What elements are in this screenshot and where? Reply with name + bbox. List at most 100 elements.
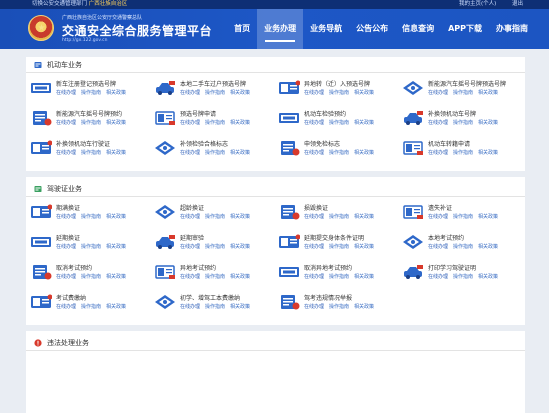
guide-link[interactable]: 操作指南 [205, 90, 225, 96]
service-name[interactable]: 补领检验合格标志 [180, 139, 228, 148]
service-item[interactable]: 补换领机动车号牌 在线办理 操作指南 相关政策 [400, 107, 524, 133]
online-apply-link[interactable]: 在线办理 [56, 274, 76, 280]
service-name[interactable]: 遗失补证 [428, 203, 452, 212]
service-name[interactable]: 新能源汽车摇号号牌预选号牌 [428, 79, 506, 88]
guide-link[interactable]: 操作指南 [329, 214, 349, 220]
policy-link[interactable]: 相关政策 [230, 214, 250, 220]
policy-link[interactable]: 相关政策 [230, 304, 250, 310]
service-name[interactable]: 延期提交身体条件证明 [304, 233, 364, 242]
service-item[interactable]: 取消考试预约 在线办理 操作指南 相关政策 [28, 261, 152, 287]
nav-item[interactable]: 办事指南 [489, 9, 535, 49]
policy-link[interactable]: 相关政策 [478, 150, 498, 156]
online-apply-link[interactable]: 在线办理 [428, 90, 448, 96]
online-apply-link[interactable]: 在线办理 [304, 244, 324, 250]
policy-link[interactable]: 相关政策 [230, 274, 250, 280]
service-name[interactable]: 本地二手车过户预选号牌 [180, 79, 246, 88]
service-item[interactable]: 新能源汽车摇号号牌预选号牌 在线办理 操作指南 相关政策 [400, 77, 524, 103]
policy-link[interactable]: 相关政策 [354, 304, 374, 310]
nav-item[interactable]: 业务办理 [257, 9, 304, 49]
policy-link[interactable]: 相关政策 [106, 244, 126, 250]
service-item[interactable]: 损毁换证 在线办理 操作指南 相关政策 [276, 201, 400, 227]
service-name[interactable]: 考试费缴纳 [56, 293, 86, 302]
service-item[interactable]: 期满换证 在线办理 操作指南 相关政策 [28, 201, 152, 227]
policy-link[interactable]: 相关政策 [478, 274, 498, 280]
guide-link[interactable]: 操作指南 [453, 150, 473, 156]
service-item[interactable]: 补领检验合格标志 在线办理 操作指南 相关政策 [152, 137, 276, 163]
service-name[interactable]: 新能源汽车摇号号牌预约 [56, 109, 122, 118]
service-item[interactable]: 延期审验 在线办理 操作指南 相关政策 [152, 231, 276, 257]
service-item[interactable]: 延期提交身体条件证明 在线办理 操作指南 相关政策 [276, 231, 400, 257]
policy-link[interactable]: 相关政策 [478, 244, 498, 250]
online-apply-link[interactable]: 在线办理 [56, 214, 76, 220]
nav-item[interactable]: 首页 [227, 9, 257, 49]
online-apply-link[interactable]: 在线办理 [304, 214, 324, 220]
policy-link[interactable]: 相关政策 [106, 90, 126, 96]
service-name[interactable]: 超龄换证 [180, 203, 204, 212]
online-apply-link[interactable]: 在线办理 [304, 304, 324, 310]
policy-link[interactable]: 相关政策 [106, 274, 126, 280]
service-name[interactable]: 初学、增驾工本费缴纳 [180, 293, 240, 302]
guide-link[interactable]: 操作指南 [81, 120, 101, 126]
online-apply-link[interactable]: 在线办理 [428, 120, 448, 126]
online-apply-link[interactable]: 在线办理 [180, 274, 200, 280]
guide-link[interactable]: 操作指南 [329, 120, 349, 126]
service-name[interactable]: 异地转（迁）入预选号牌 [304, 79, 370, 88]
online-apply-link[interactable]: 在线办理 [304, 120, 324, 126]
service-name[interactable]: 补换领机动车号牌 [428, 109, 476, 118]
online-apply-link[interactable]: 在线办理 [304, 150, 324, 156]
policy-link[interactable]: 相关政策 [478, 90, 498, 96]
service-item[interactable]: 取消异地考试预约 在线办理 操作指南 相关政策 [276, 261, 400, 287]
current-region[interactable]: 广西壮族自治区 [89, 1, 128, 7]
policy-link[interactable]: 相关政策 [106, 304, 126, 310]
guide-link[interactable]: 操作指南 [81, 274, 101, 280]
service-name[interactable]: 预选号牌申请 [180, 109, 216, 118]
guide-link[interactable]: 操作指南 [329, 90, 349, 96]
nav-item[interactable]: 业务导航 [303, 9, 349, 49]
nav-item[interactable]: 公告公布 [349, 9, 395, 49]
service-item[interactable]: 预选号牌申请 在线办理 操作指南 相关政策 [152, 107, 276, 133]
service-item[interactable]: 机动车检验预约 在线办理 操作指南 相关政策 [276, 107, 400, 133]
policy-link[interactable]: 相关政策 [478, 120, 498, 126]
service-item[interactable]: 驾考违规情况举报 在线办理 操作指南 相关政策 [276, 291, 400, 317]
online-apply-link[interactable]: 在线办理 [56, 150, 76, 156]
online-apply-link[interactable]: 在线办理 [428, 150, 448, 156]
service-name[interactable]: 本地考试预约 [428, 233, 464, 242]
service-item[interactable]: 补换领机动车行驶证 在线办理 操作指南 相关政策 [28, 137, 152, 163]
service-item[interactable]: 延期换证 在线办理 操作指南 相关政策 [28, 231, 152, 257]
guide-link[interactable]: 操作指南 [205, 214, 225, 220]
online-apply-link[interactable]: 在线办理 [56, 90, 76, 96]
service-item[interactable]: 本地考试预约 在线办理 操作指南 相关政策 [400, 231, 524, 257]
guide-link[interactable]: 操作指南 [453, 244, 473, 250]
guide-link[interactable]: 操作指南 [205, 120, 225, 126]
logout-link[interactable]: 退出 [512, 1, 523, 7]
service-name[interactable]: 新车注册登记预选号牌 [56, 79, 116, 88]
policy-link[interactable]: 相关政策 [354, 90, 374, 96]
policy-link[interactable]: 相关政策 [354, 244, 374, 250]
service-name[interactable]: 机动车检验预约 [304, 109, 346, 118]
guide-link[interactable]: 操作指南 [205, 274, 225, 280]
service-name[interactable]: 延期换证 [56, 233, 80, 242]
service-name[interactable]: 打印学习驾驶证明 [428, 263, 476, 272]
service-item[interactable]: 考试费缴纳 在线办理 操作指南 相关政策 [28, 291, 152, 317]
guide-link[interactable]: 操作指南 [81, 214, 101, 220]
policy-link[interactable]: 相关政策 [106, 120, 126, 126]
service-name[interactable]: 期满换证 [56, 203, 80, 212]
service-item[interactable]: 异地转（迁）入预选号牌 在线办理 操作指南 相关政策 [276, 77, 400, 103]
online-apply-link[interactable]: 在线办理 [56, 120, 76, 126]
policy-link[interactable]: 相关政策 [354, 150, 374, 156]
service-name[interactable]: 补换领机动车行驶证 [56, 139, 110, 148]
service-name[interactable]: 异地考试预约 [180, 263, 216, 272]
online-apply-link[interactable]: 在线办理 [180, 304, 200, 310]
service-name[interactable]: 机动车转籍申请 [428, 139, 470, 148]
service-item[interactable]: 本地二手车过户预选号牌 在线办理 操作指南 相关政策 [152, 77, 276, 103]
policy-link[interactable]: 相关政策 [230, 244, 250, 250]
online-apply-link[interactable]: 在线办理 [428, 274, 448, 280]
nav-item[interactable]: 信息查询 [395, 9, 441, 49]
service-item[interactable]: 新车注册登记预选号牌 在线办理 操作指南 相关政策 [28, 77, 152, 103]
guide-link[interactable]: 操作指南 [205, 244, 225, 250]
service-item[interactable]: 机动车转籍申请 在线办理 操作指南 相关政策 [400, 137, 524, 163]
online-apply-link[interactable]: 在线办理 [428, 214, 448, 220]
online-apply-link[interactable]: 在线办理 [180, 214, 200, 220]
policy-link[interactable]: 相关政策 [354, 274, 374, 280]
service-item[interactable]: 新能源汽车摇号号牌预约 在线办理 操作指南 相关政策 [28, 107, 152, 133]
